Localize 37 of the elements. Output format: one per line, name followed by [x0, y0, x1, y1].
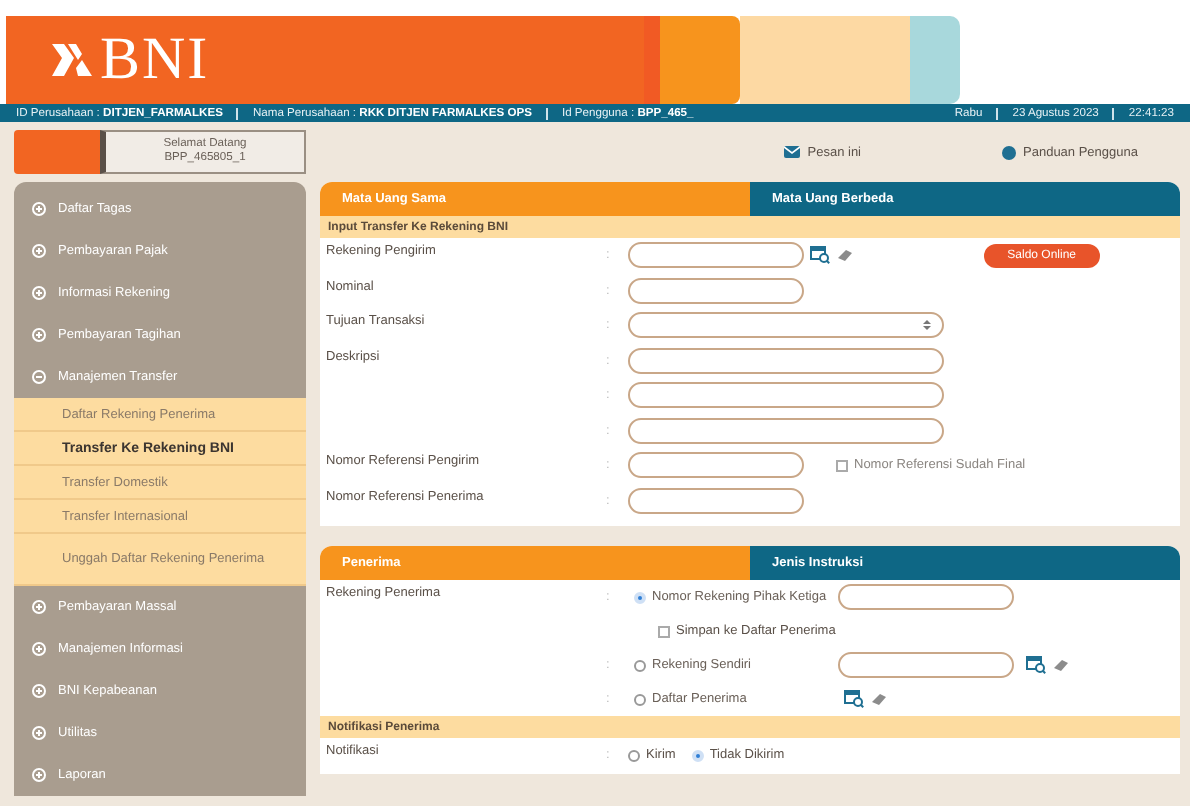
- checkbox[interactable]: [836, 459, 848, 472]
- help-icon: [1001, 145, 1016, 159]
- checkbox[interactable]: [658, 625, 670, 637]
- input-field[interactable]: [838, 652, 1014, 678]
- dropdown[interactable]: [628, 312, 944, 339]
- input-field[interactable]: [628, 487, 804, 514]
- logo-icon: [50, 42, 94, 78]
- input-field[interactable]: [628, 242, 804, 269]
- input-field[interactable]: [628, 382, 944, 409]
- lookup-icon[interactable]: [1026, 656, 1046, 674]
- radio-button[interactable]: [628, 749, 640, 762]
- radio-button[interactable]: [634, 693, 646, 705]
- expand-icon: [32, 726, 46, 740]
- expand-icon: [32, 244, 46, 258]
- expand-icon: [32, 768, 46, 782]
- radio-button[interactable]: [634, 659, 646, 671]
- input-field[interactable]: [628, 277, 804, 304]
- input-field[interactable]: [628, 417, 944, 444]
- lookup-icon[interactable]: [844, 690, 864, 708]
- input-field[interactable]: [628, 452, 804, 479]
- mail-icon: [783, 146, 800, 158]
- expand-icon: [32, 328, 46, 342]
- eraser-icon[interactable]: [1052, 658, 1070, 672]
- input-field[interactable]: [838, 584, 1014, 610]
- eraser-icon[interactable]: [870, 692, 888, 706]
- eraser-icon[interactable]: [836, 248, 854, 263]
- input-field[interactable]: [628, 347, 944, 374]
- expand-icon: [32, 600, 46, 614]
- expand-icon: [32, 202, 46, 216]
- expand-icon: [32, 286, 46, 300]
- collapse-icon: [32, 370, 46, 384]
- accent-block: [14, 130, 100, 174]
- expand-icon: [32, 642, 46, 656]
- sort-icon: [922, 320, 932, 331]
- lookup-icon[interactable]: [810, 246, 830, 265]
- logo-text: BNI: [100, 26, 210, 94]
- expand-icon: [32, 684, 46, 698]
